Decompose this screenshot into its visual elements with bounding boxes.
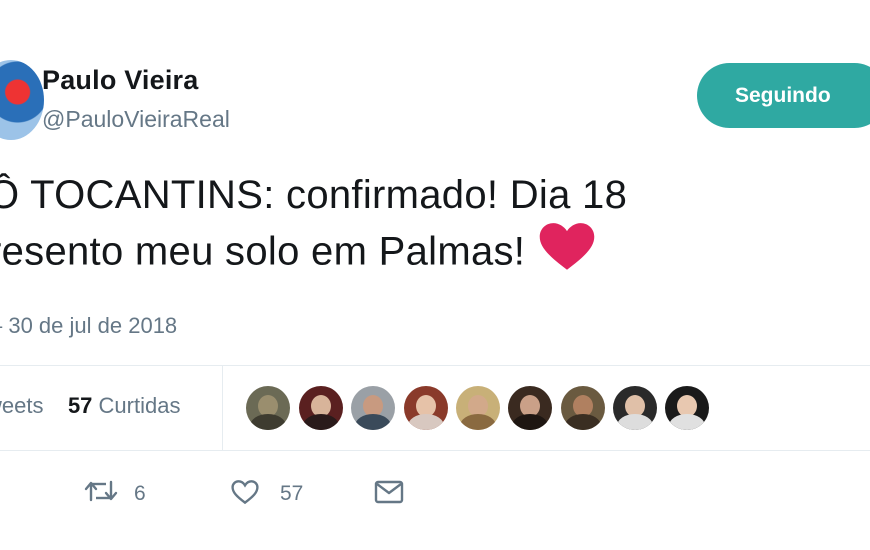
tweet-text-line-2-row: resento meu solo em Palmas! — [0, 222, 627, 286]
liker-avatar[interactable] — [613, 386, 657, 430]
tweet-text: Ô TOCANTINS: confirmado! Dia 18 resento … — [0, 168, 627, 286]
likes-label[interactable]: Curtidas — [99, 393, 181, 418]
following-button[interactable]: Seguindo — [697, 63, 870, 128]
tweet-text-line-2: resento meu solo em Palmas! — [0, 229, 526, 274]
divider-top — [0, 365, 870, 366]
author-avatar[interactable] — [0, 60, 44, 140]
retweet-icon[interactable] — [84, 478, 118, 504]
liker-avatar[interactable] — [351, 386, 395, 430]
author-name[interactable]: Paulo Vieira — [42, 65, 198, 96]
like-icon[interactable] — [230, 479, 260, 505]
stats-divider — [222, 366, 223, 450]
reply-icon[interactable] — [0, 478, 8, 504]
liker-avatar[interactable] — [665, 386, 709, 430]
tweet-stats: weets 57 Curtidas — [0, 393, 180, 419]
like-count: 57 — [280, 482, 304, 505]
likes-count[interactable]: 57 — [68, 393, 92, 418]
author-handle[interactable]: @PauloVieiraReal — [42, 106, 230, 133]
retweet-count: 6 — [134, 482, 146, 505]
liker-avatar[interactable] — [561, 386, 605, 430]
retweets-label[interactable]: weets — [0, 393, 43, 418]
direct-message-icon[interactable] — [374, 480, 404, 504]
tweet-text-line-1: Ô TOCANTINS: confirmado! Dia 18 — [0, 173, 628, 217]
liker-avatar[interactable] — [246, 386, 290, 430]
liker-avatar[interactable] — [508, 386, 552, 430]
red-heart-emoji-icon — [539, 222, 595, 286]
liker-avatar[interactable] — [404, 386, 448, 430]
divider-bottom — [0, 450, 870, 451]
tweet-timestamp[interactable]: – 30 de jul de 2018 — [0, 313, 177, 339]
liker-avatar[interactable] — [456, 386, 500, 430]
liker-avatar[interactable] — [299, 386, 343, 430]
